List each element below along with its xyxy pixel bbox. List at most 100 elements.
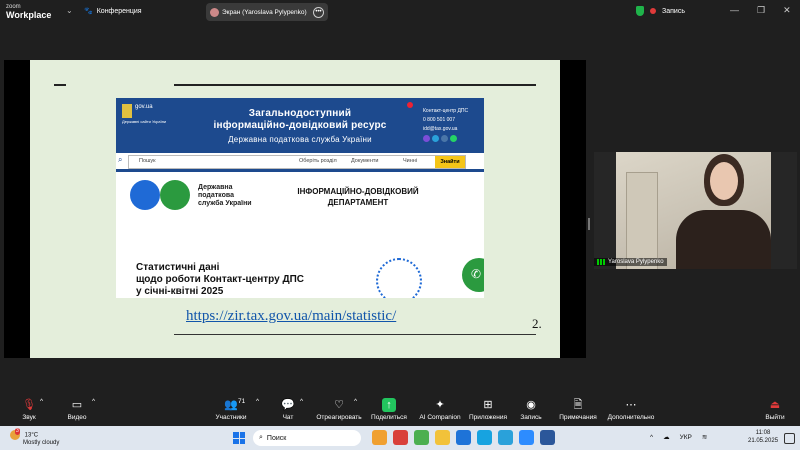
share-button[interactable]: ↑ Поделиться [370, 398, 408, 421]
site-header: gov.ua Державні сайти України Загальнодо… [116, 98, 484, 153]
clock-time: 11:08 [755, 430, 771, 436]
chat-options-caret[interactable]: ^ [300, 398, 303, 405]
heart-icon: ♡ [334, 399, 344, 411]
copilot-icon[interactable] [372, 430, 387, 445]
start-icon[interactable] [233, 432, 245, 444]
participant-name-tag: Yaroslava Pylypenko [594, 258, 667, 266]
language-indicator[interactable]: УКР [680, 434, 692, 441]
leave-button[interactable]: ⏏ Выйти [764, 398, 786, 421]
clock[interactable]: 11:08 21.05.2025 [748, 429, 778, 445]
chevron-down-icon[interactable]: ⌄ [66, 6, 73, 15]
avatar [210, 7, 219, 17]
minimize-icon[interactable]: — [730, 5, 739, 16]
department-line2: ДЕПАРТАМЕНТ [327, 198, 389, 207]
more-button[interactable]: ⋯ Дополнительно [606, 398, 656, 421]
zoom-logo: zoom Workplace [6, 3, 52, 20]
cloud-icon[interactable]: ☁ [663, 433, 670, 441]
page-number: 2. [532, 316, 542, 331]
notifications-icon[interactable] [784, 433, 795, 444]
restore-icon[interactable]: ❐ [757, 5, 765, 16]
logo-sub: Державні сайти України [122, 119, 167, 124]
participants-icon: 👥 [224, 399, 238, 411]
apps-button[interactable]: ⊞ Приложения [468, 398, 508, 421]
trident-icon [122, 104, 132, 118]
zoom-taskbar-icon[interactable] [519, 430, 534, 445]
temperature: 13°C [24, 432, 39, 439]
chrome-icon[interactable] [414, 430, 429, 445]
site-search-bar: Пошук Оберіть розділ Документи Чинні Зна… [128, 155, 466, 169]
logo-blue-circle [130, 180, 160, 210]
person-body [676, 210, 771, 269]
social-icons [423, 135, 468, 142]
search-icon: ⌕ [259, 434, 263, 441]
chat-label: Чат [282, 414, 294, 421]
contact-email: idd@tax.gov.ua [423, 126, 458, 132]
more-options-icon[interactable]: ••• [313, 6, 324, 18]
word-icon[interactable] [540, 430, 555, 445]
contact-phone: 0 800 501 007 [423, 117, 455, 123]
telegram-icon[interactable] [498, 430, 513, 445]
screen-share-indicator[interactable]: Экран (Yaroslava Pylypenko) ••• [206, 3, 328, 21]
app-red-icon[interactable] [393, 430, 408, 445]
slide-dash [54, 84, 66, 86]
participant-name: Yaroslava Pylypenko [608, 259, 664, 265]
department-line1: ІНФОРМАЦІЙНО-ДОВІДКОВИЙ [297, 187, 419, 196]
leave-label: Выйти [765, 414, 785, 421]
taskbar-search[interactable]: ⌕ Поиск [253, 430, 361, 446]
react-options-caret[interactable]: ^ [354, 398, 357, 405]
audio-options-caret[interactable]: ^ [40, 398, 43, 405]
conference-label: Конференция [96, 7, 142, 15]
chat-button[interactable]: 💬 Чат [276, 398, 300, 421]
video-label: Видео [67, 414, 87, 421]
mail-icon [441, 135, 448, 142]
apps-label: Приложения [468, 414, 508, 421]
conference-menu[interactable]: 🐾 Конференция [84, 7, 142, 16]
video-button[interactable]: ▭ Видео [62, 398, 92, 421]
notes-label: Примечания [559, 414, 597, 421]
mic-muted-icon: 🎙 [22, 399, 36, 411]
search-placeholder: Пошук [139, 158, 156, 164]
ai-companion-button[interactable]: ✦ AI Companion [418, 398, 462, 421]
recording-indicator[interactable]: Запись [636, 6, 685, 16]
org-name-line1: Державна [198, 184, 233, 191]
participants-options-caret[interactable]: ^ [256, 398, 259, 405]
skype-icon[interactable] [477, 430, 492, 445]
statistics-link[interactable]: https://zir.tax.gov.ua/main/statistic/ [186, 308, 396, 325]
chevron-up-icon[interactable]: ^ [650, 434, 653, 441]
background-door [626, 172, 658, 269]
slide-top-line [174, 84, 536, 86]
paw-icon: 🐾 [84, 8, 93, 15]
video-options-caret[interactable]: ^ [92, 398, 95, 405]
more-icon: ⋯ [625, 399, 637, 411]
resize-handle[interactable] [588, 218, 590, 230]
notification-icon [407, 102, 413, 108]
close-icon[interactable]: ✕ [783, 5, 791, 16]
system-tray: ^ ☁ УКР ≋ [650, 433, 707, 442]
telegram-icon [432, 135, 439, 142]
filter-valid: Чинні [403, 158, 418, 164]
meeting-toolbar: 🎙 Звук ^ ▭ Видео ^ 👥 Участники 71 ^ 💬 Ча… [0, 396, 800, 426]
participant-video-tile[interactable]: Yaroslava Pylypenko [594, 152, 797, 269]
record-label: Запись [520, 414, 542, 421]
notes-button[interactable]: 🗎 Примечания [558, 398, 598, 421]
header-band [116, 169, 484, 172]
logo-green-circle [160, 180, 190, 210]
store-icon[interactable] [456, 430, 471, 445]
record-button[interactable]: ◉ Запись [518, 398, 544, 421]
file-explorer-icon[interactable] [435, 430, 450, 445]
window-controls: — ❐ ✕ [730, 5, 791, 16]
org-name-line2: податкова [198, 192, 234, 199]
weather-desc: Mostly cloudy [23, 440, 60, 446]
weather-widget[interactable]: 3 13°C Mostly cloudy [10, 428, 60, 447]
brand-line2: Workplace [6, 10, 52, 20]
filter-docs: Документи [351, 158, 379, 164]
more-label: Дополнительно [607, 414, 655, 421]
notes-icon: 🗎 [573, 399, 583, 411]
record-dot-icon [650, 8, 656, 14]
taskbar-search-label: Поиск [266, 434, 287, 442]
wifi-icon[interactable]: ≋ [702, 433, 707, 441]
org-name-line3: служба України [198, 200, 252, 207]
search-icon: ⌕ [118, 155, 123, 164]
site-contacts: Контакт-центр ДПС 0 800 501 007 idd@tax.… [423, 107, 468, 142]
record-icon: ◉ [526, 399, 536, 411]
